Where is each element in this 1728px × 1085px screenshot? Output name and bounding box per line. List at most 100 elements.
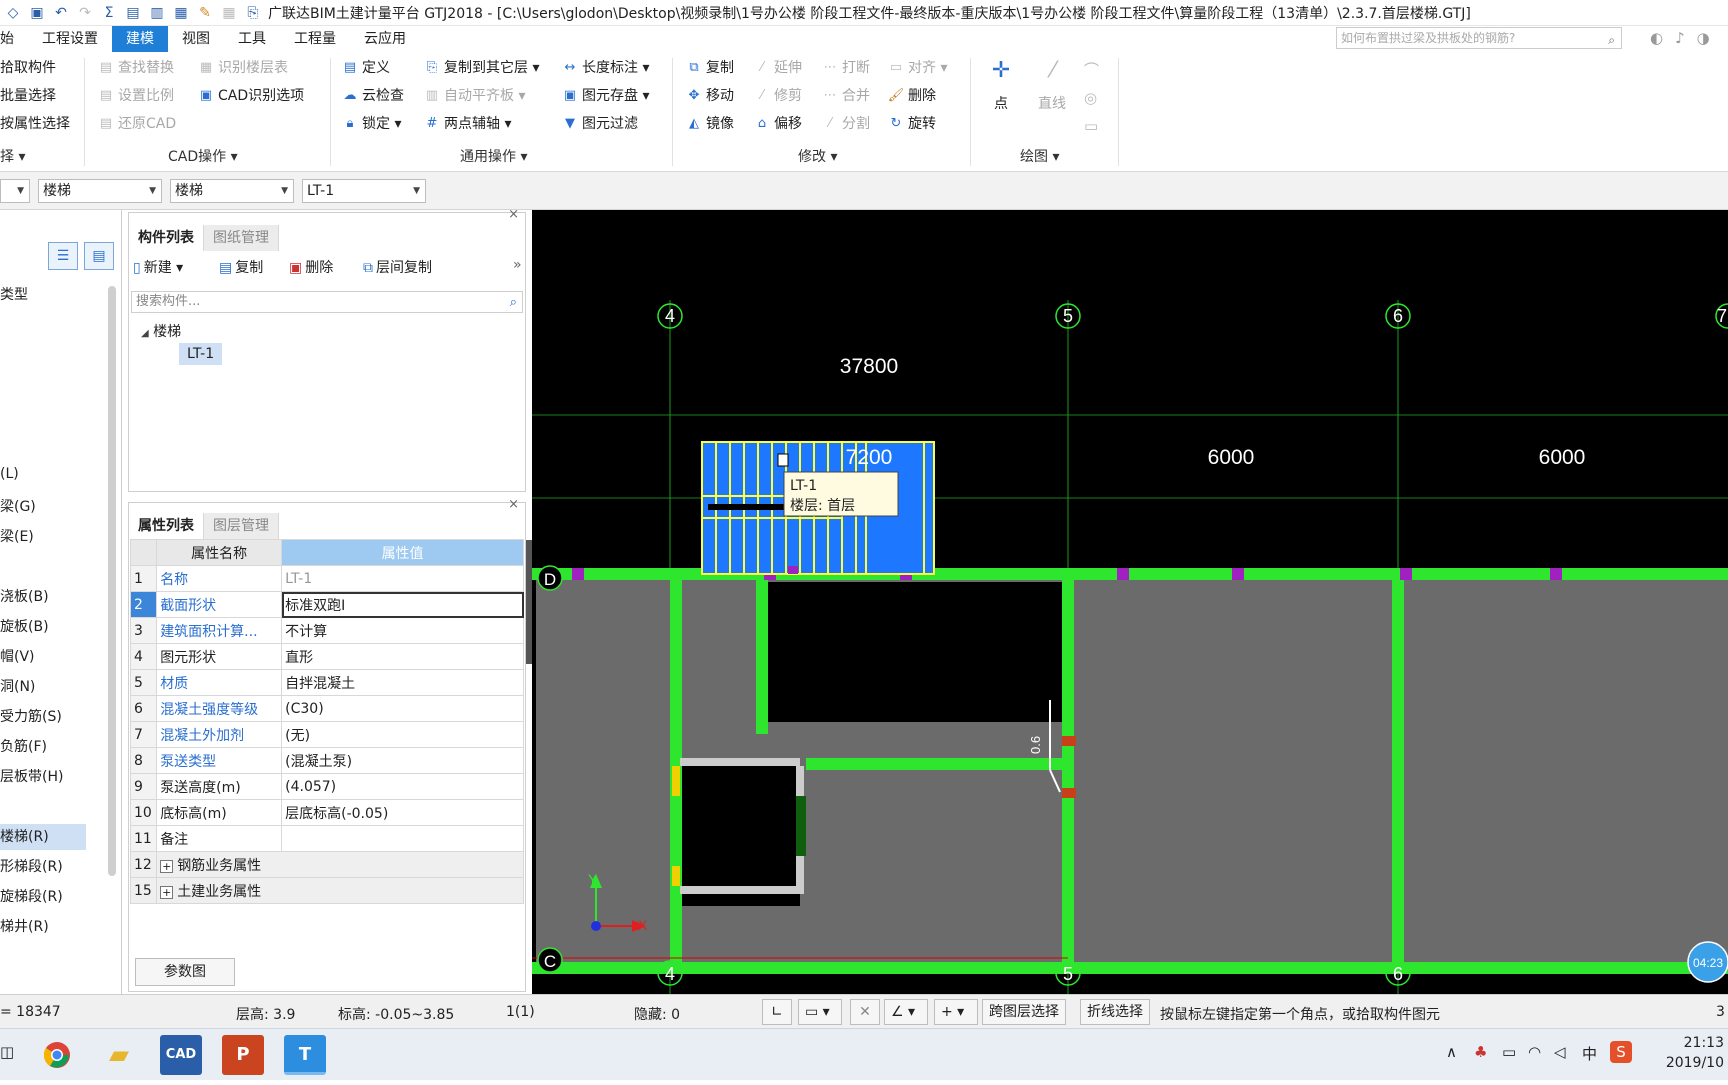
merge-button[interactable]: ⋯ 合并: [820, 84, 871, 108]
tab-layer-management[interactable]: 图层管理: [204, 513, 279, 539]
cad-options-button[interactable]: ▣ CAD识别选项: [196, 84, 304, 108]
element-filter-button[interactable]: ▼ 图元过滤: [560, 112, 638, 136]
common-group-label[interactable]: 通用操作 ▾: [460, 146, 527, 166]
nav-item-type[interactable]: 类型: [0, 284, 28, 304]
copy-button[interactable]: ⧉ 复制: [684, 56, 734, 80]
nav-scrollbar[interactable]: [108, 286, 116, 876]
close-icon[interactable]: ×: [508, 207, 519, 222]
table-row[interactable]: 2 截面形状 标准双跑I: [129, 591, 524, 618]
sum-icon[interactable]: Σ: [100, 4, 118, 22]
redo-icon[interactable]: ↷: [76, 4, 94, 22]
nav-item-spiral-flight[interactable]: 旋梯段(R): [0, 886, 63, 906]
chrome-icon[interactable]: [36, 1035, 78, 1075]
nav-item-e[interactable]: 梁(E): [0, 526, 34, 546]
modify-group-label[interactable]: 修改 ▾: [798, 146, 837, 166]
nav-item-rebar-s[interactable]: 受力筋(S): [0, 706, 62, 726]
recognize-floor-table-button[interactable]: ▦ 识别楼层表: [196, 56, 288, 80]
taskbar-clock[interactable]: 21:13 2019/10: [1666, 1033, 1724, 1073]
tray-app-icon[interactable]: ♣: [1474, 1043, 1487, 1061]
bell-icon[interactable]: ♪: [1675, 29, 1685, 47]
table-row[interactable]: 3 建筑面积计算... 不计算: [129, 617, 524, 644]
floor-copy-button[interactable]: ⧉ 层间复制: [363, 257, 432, 277]
gtj-app-icon[interactable]: T: [284, 1035, 326, 1075]
table-row[interactable]: 6 混凝土强度等级 (C30): [129, 695, 524, 722]
ortho-toggle-icon[interactable]: ∟: [762, 999, 792, 1025]
expand-icon[interactable]: +: [160, 859, 174, 873]
cross-layer-select-button[interactable]: 跨图层选择: [982, 999, 1066, 1025]
table-row[interactable]: 11 备注: [129, 825, 524, 852]
nav-item-opening[interactable]: 洞(N): [0, 676, 35, 696]
table-row[interactable]: 7 混凝土外加剂 (无): [129, 721, 524, 748]
set-scale-button[interactable]: ▤ 设置比例: [96, 84, 174, 108]
table-row[interactable]: 4 图元形状 直形: [129, 643, 524, 670]
offset-button[interactable]: ⌂ 偏移: [752, 112, 802, 136]
axis-bubble-6[interactable]: 6: [1385, 303, 1411, 329]
input-language[interactable]: 中: [1582, 1043, 1597, 1064]
nav-item-cast-slab[interactable]: 浇板(B): [0, 586, 49, 606]
grid-icon[interactable]: ▦: [220, 4, 238, 22]
point-draw-button[interactable]: 点: [994, 92, 1008, 116]
snap-off-icon[interactable]: ✕: [850, 999, 880, 1025]
trim-button[interactable]: ⁄ 修剪: [752, 84, 802, 108]
mirror-button[interactable]: ◭ 镜像: [684, 112, 734, 136]
card-view-icon[interactable]: ▤: [84, 242, 114, 270]
collapse-triangle-icon[interactable]: ◢: [141, 328, 149, 339]
expand-icon[interactable]: +: [160, 885, 174, 899]
polyline-select-button[interactable]: 折线选择: [1080, 999, 1150, 1025]
nav-item-straight-flight[interactable]: 形梯段(R): [0, 856, 63, 876]
draw-group-label[interactable]: 绘图 ▾: [1020, 146, 1059, 166]
list-view-icon[interactable]: ☰: [48, 242, 78, 270]
axis-bubble-c[interactable]: C: [537, 947, 563, 973]
file-explorer-icon[interactable]: ▰: [98, 1035, 140, 1075]
nav-item-stair[interactable]: 楼梯(R): [0, 824, 86, 850]
parameter-diagram-button[interactable]: 参数图: [135, 958, 235, 986]
axis-bubble-5[interactable]: 5: [1055, 303, 1081, 329]
category-select[interactable]: 楼梯 ▼: [38, 179, 162, 203]
close-icon[interactable]: ×: [508, 497, 519, 512]
menu-start[interactable]: 始: [0, 26, 28, 52]
delete-component-button[interactable]: ▣ 删除: [289, 257, 333, 277]
define-button[interactable]: ▤ 定义: [340, 56, 390, 80]
extend-button[interactable]: ⁄ 延伸: [752, 56, 802, 80]
new-component-button[interactable]: ▯ 新建 ▾: [133, 257, 183, 277]
menu-modeling[interactable]: 建模: [112, 26, 168, 52]
nav-item-strip[interactable]: 层板带(H): [0, 766, 63, 786]
check-icon[interactable]: ▥: [148, 4, 166, 22]
move-button[interactable]: ✥ 移动: [684, 84, 734, 108]
menu-quantity[interactable]: 工程量: [280, 26, 350, 52]
axis-bubble-d[interactable]: D: [537, 565, 563, 591]
tray-chevron-icon[interactable]: ∧: [1446, 1043, 1457, 1061]
table-row[interactable]: 1 名称 LT-1: [129, 565, 524, 592]
menu-project-settings[interactable]: 工程设置: [28, 26, 112, 52]
drawing-svg[interactable]: 4 5 6 7 4 5 6 D C 37800 7200 6000 6000 0…: [532, 210, 1728, 994]
type-select[interactable]: 楼梯 ▼: [170, 179, 294, 203]
length-mark-button[interactable]: ↔ 长度标注 ▾: [560, 56, 650, 80]
tab-drawing-management[interactable]: 图纸管理: [204, 225, 279, 251]
nav-item-cap[interactable]: 帽(V): [0, 646, 35, 666]
table-row-group[interactable]: 12 + 钢筋业务属性: [129, 851, 524, 878]
nav-item-g[interactable]: 梁(G): [0, 496, 36, 516]
draw-shape-icons[interactable]: ⌒ ◎ ▭: [1084, 56, 1099, 140]
axis-bubble-7[interactable]: 7: [1715, 303, 1728, 329]
copy-to-other-floor-button[interactable]: ⎘ 复制到其它层 ▾: [422, 56, 540, 80]
align-button[interactable]: ▭ 对齐 ▾: [886, 56, 948, 80]
component-search-input[interactable]: 搜索构件... ⌕: [131, 291, 523, 313]
lock-button[interactable]: 🔒︎ 锁定 ▾: [340, 112, 402, 136]
report-icon[interactable]: ▤: [124, 4, 142, 22]
table-row-group[interactable]: 15 + 土建业务属性: [129, 877, 524, 904]
component-select[interactable]: LT-1 ▼: [302, 179, 426, 203]
copy-component-button[interactable]: ▤ 复制: [219, 257, 263, 277]
table-row[interactable]: 10 底标高(m) 层底标高(-0.05): [129, 799, 524, 826]
select-by-attr-button[interactable]: 按属性选择: [0, 112, 70, 136]
export-icon[interactable]: ⎘: [244, 4, 262, 22]
split-button[interactable]: ⁄ 分割: [820, 112, 870, 136]
sogou-ime-icon[interactable]: S: [1610, 1041, 1632, 1063]
line-draw-button[interactable]: 直线: [1038, 92, 1066, 116]
rotate-button[interactable]: ↻ 旋转: [886, 112, 936, 136]
user-icon[interactable]: ◐: [1650, 29, 1663, 47]
two-point-axis-button[interactable]: # 两点辅轴 ▾: [422, 112, 512, 136]
break-button[interactable]: ⋯ 打断: [820, 56, 871, 80]
cad-app-icon[interactable]: CAD: [160, 1035, 202, 1075]
nav-item-spiral-slab[interactable]: 旋板(B): [0, 616, 49, 636]
wifi-icon[interactable]: ◠: [1528, 1043, 1541, 1061]
